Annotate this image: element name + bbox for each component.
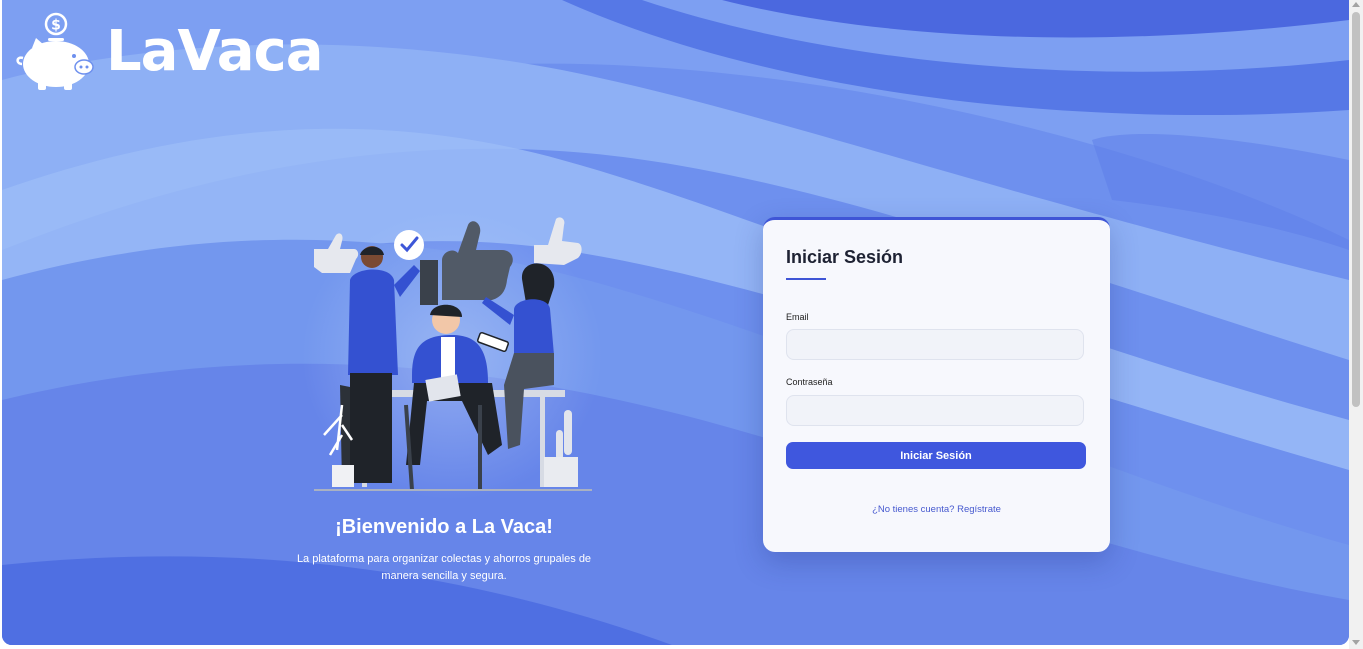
svg-text:$: $ (51, 18, 61, 34)
piggy-bank-dollar-icon: $ (16, 12, 94, 90)
register-link[interactable]: ¿No tienes cuenta? Regístrate (763, 504, 1110, 515)
wave-background (2, 0, 1349, 645)
scroll-up-arrow-icon[interactable] (1352, 2, 1360, 7)
vertical-scrollbar[interactable] (1349, 0, 1363, 649)
scroll-down-arrow-icon[interactable] (1352, 640, 1360, 645)
password-label: Contraseña (786, 377, 833, 387)
password-field[interactable] (786, 395, 1084, 426)
title-underline (786, 278, 826, 280)
brand-name: LaVaca (106, 19, 324, 84)
email-field[interactable] (786, 329, 1084, 360)
team-thumbs-up-illustration (302, 210, 602, 500)
welcome-description: La plataforma para organizar colectas y … (296, 553, 592, 582)
page-background: $ LaVaca ¡Bienvenido a La Vaca! La plata… (2, 0, 1349, 645)
login-card: Iniciar Sesión Email Contraseña Iniciar … (763, 217, 1110, 552)
brand-logo[interactable]: $ LaVaca (14, 10, 324, 94)
email-label: Email (786, 312, 809, 322)
welcome-title: ¡Bienvenido a La Vaca! (335, 516, 553, 538)
scrollbar-thumb[interactable] (1352, 12, 1360, 407)
login-submit-button[interactable]: Iniciar Sesión (786, 442, 1086, 469)
login-title: Iniciar Sesión (786, 247, 904, 267)
